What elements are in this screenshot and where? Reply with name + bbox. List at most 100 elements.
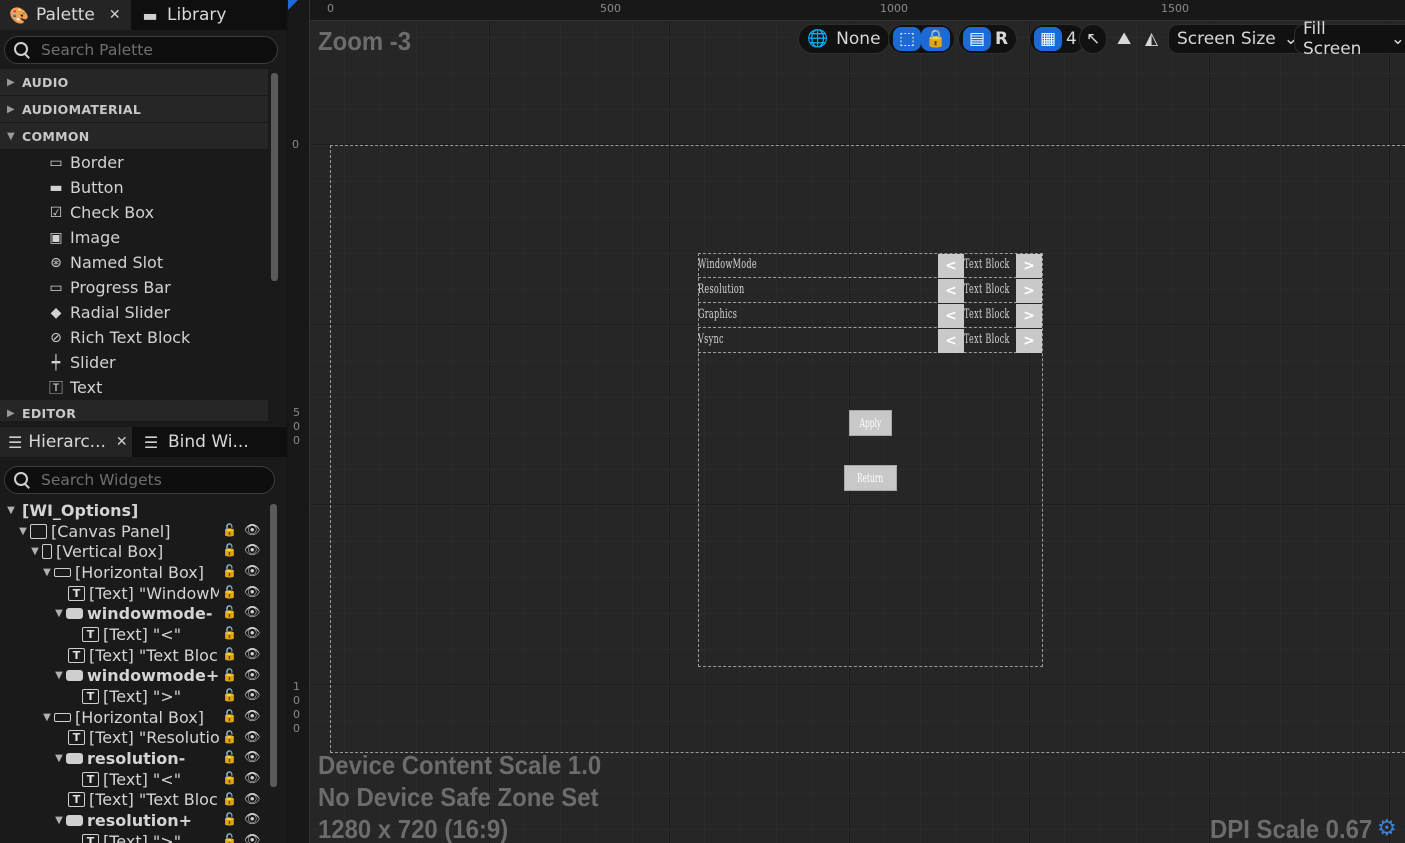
close-icon[interactable]: ✕ — [109, 7, 121, 23]
unlock-icon[interactable]: 🔓 — [222, 543, 237, 558]
gear-icon[interactable]: ⚙ — [1377, 816, 1397, 841]
category-common[interactable]: ▼ COMMON — [0, 123, 268, 150]
unlock-icon[interactable]: 🔓 — [222, 708, 237, 723]
r-toggle[interactable]: R — [991, 27, 1012, 51]
return-button[interactable]: Return — [844, 465, 897, 491]
eye-icon[interactable]: 👁 — [244, 730, 262, 745]
eye-icon[interactable]: 👁 — [244, 750, 262, 765]
eye-icon[interactable]: 👁 — [244, 668, 262, 683]
apply-button[interactable]: Apply — [849, 410, 892, 436]
palette-item-radial-slider[interactable]: ◆ Radial Slider — [0, 300, 268, 325]
eye-icon[interactable]: 👁 — [244, 626, 262, 641]
unlock-icon[interactable]: 🔓 — [222, 833, 237, 843]
prev-button[interactable]: < — [938, 279, 964, 303]
eye-icon[interactable]: 👁 — [244, 812, 262, 827]
category-audiomaterial[interactable]: ▶ AUDIOMATERIAL — [0, 96, 268, 123]
eye-icon[interactable]: 👁 — [244, 564, 262, 579]
unlock-icon[interactable]: 🔓 — [222, 667, 237, 682]
prev-button[interactable]: < — [938, 329, 964, 353]
palette-item-check-box[interactable]: ☑ Check Box — [0, 200, 268, 225]
hierarchy-scrollbar[interactable] — [270, 504, 277, 787]
palette-item-named-slot[interactable]: ⊛ Named Slot — [0, 250, 268, 275]
palette-search-input[interactable]: Search Palette — [4, 36, 278, 64]
prev-button[interactable]: < — [938, 254, 964, 278]
designer-viewport[interactable]: 0 500 1000 1500 0 5 0 0 1 0 0 0 Zoom -3 … — [288, 0, 1405, 843]
eye-icon[interactable]: 👁 — [244, 688, 262, 703]
tab-hierarchy[interactable]: ☰ Hierarc... ✕ — [0, 427, 132, 457]
option-row-resolution[interactable]: Resolution < Text Block > — [698, 279, 1042, 303]
palette-item-slider[interactable]: ┿ Slider — [0, 350, 268, 375]
tree-row[interactable]: ▼ resolution- 🔓 👁 — [0, 748, 268, 769]
eye-icon[interactable]: 👁 — [244, 605, 262, 620]
localization-selector[interactable]: 🌐 None — [798, 24, 890, 54]
flip-toggle[interactable]: ◭ — [1137, 24, 1166, 54]
tree-row[interactable]: T [Text] "Text Bloc 🔓 👁 — [0, 645, 268, 666]
layout-icon[interactable]: ▤ — [963, 27, 991, 51]
eye-icon[interactable]: 👁 — [244, 523, 262, 538]
tree-row[interactable]: T [Text] "Resolutio 🔓 👁 — [0, 728, 268, 749]
next-button[interactable]: > — [1016, 254, 1042, 278]
unlock-icon[interactable]: 🔓 — [222, 750, 237, 765]
tree-row[interactable]: T [Text] "<" 🔓 👁 — [0, 624, 268, 645]
next-button[interactable]: > — [1016, 329, 1042, 353]
palette-item-button[interactable]: ▬ Button — [0, 175, 268, 200]
fill-screen-dropdown[interactable]: Fill Screen ⌄ — [1294, 19, 1405, 59]
tree-row[interactable]: T [Text] "<" 🔓 👁 — [0, 769, 268, 790]
tree-row[interactable]: T [Text] "WindowM 🔓 👁 — [0, 583, 268, 604]
option-row-vsync[interactable]: Vsync < Text Block > — [698, 329, 1042, 353]
option-row-windowmode[interactable]: WindowMode < Text Block > — [698, 254, 1042, 278]
unlock-icon[interactable]: 🔓 — [222, 688, 237, 703]
tree-row[interactable]: ▼ windowmode- 🔓 👁 — [0, 603, 268, 624]
tree-row[interactable]: ▼ [Horizontal Box] 🔓 👁 — [0, 707, 268, 728]
lock-icon[interactable]: 🔒 — [921, 27, 951, 51]
next-button[interactable]: > — [1016, 304, 1042, 328]
tab-library[interactable]: ▬ Library — [131, 0, 234, 30]
unlock-icon[interactable]: 🔓 — [222, 605, 237, 620]
tab-palette[interactable]: 🎨 Palette ✕ — [0, 0, 131, 30]
unlock-icon[interactable]: 🔓 — [222, 729, 237, 744]
unlock-icon[interactable]: 🔓 — [222, 812, 237, 827]
dashed-outline-icon[interactable]: ⬚ — [893, 27, 921, 51]
unlock-icon[interactable]: 🔓 — [222, 564, 237, 579]
palette-item-image[interactable]: ▣ Image — [0, 225, 268, 250]
eye-icon[interactable]: 👁 — [244, 833, 262, 843]
tree-row[interactable]: ▼ [Vertical Box] 🔓 👁 — [0, 541, 268, 562]
tree-row[interactable]: T [Text] ">" 🔓 👁 — [0, 831, 268, 843]
eye-icon[interactable]: 👁 — [244, 647, 262, 662]
tree-row[interactable]: ▼ [WI_Options] — [0, 500, 268, 521]
unlock-icon[interactable]: 🔓 — [222, 626, 237, 641]
tree-row[interactable]: T [Text] ">" 🔓 👁 — [0, 686, 268, 707]
tree-row[interactable]: ▼ resolution+ 🔓 👁 — [0, 810, 268, 831]
select-tool[interactable]: ↖ — [1079, 24, 1108, 54]
next-button[interactable]: > — [1016, 279, 1042, 303]
option-row-graphics[interactable]: Graphics < Text Block > — [698, 304, 1042, 328]
palette-item-text[interactable]: 🅃 Text — [0, 375, 268, 400]
unlock-icon[interactable]: 🔓 — [222, 522, 237, 537]
eye-icon[interactable]: 👁 — [244, 543, 262, 558]
widget-search-input[interactable]: Search Widgets — [4, 466, 275, 494]
grid-size[interactable]: 4 — [1062, 27, 1081, 51]
screen-size-dropdown[interactable]: Screen Size ⌄ — [1168, 24, 1307, 54]
category-editor[interactable]: ▶ EDITOR — [0, 400, 268, 421]
category-audio[interactable]: ▶ AUDIO — [0, 69, 268, 96]
unlock-icon[interactable]: 🔓 — [222, 646, 237, 661]
close-icon[interactable]: ✕ — [116, 434, 128, 450]
unlock-icon[interactable]: 🔓 — [222, 584, 237, 599]
eye-icon[interactable]: 👁 — [244, 585, 262, 600]
tree-row[interactable]: ▼ windowmode+ 🔓 👁 — [0, 666, 268, 687]
palette-item-progress-bar[interactable]: ▭ Progress Bar — [0, 275, 268, 300]
eye-icon[interactable]: 👁 — [244, 771, 262, 786]
palette-scrollbar[interactable] — [271, 73, 278, 281]
background-toggle[interactable]: ⛰ — [1109, 24, 1139, 54]
eye-icon[interactable]: 👁 — [244, 792, 262, 807]
tab-bind-widgets[interactable]: ☰ Bind Wi... — [132, 427, 257, 457]
eye-icon[interactable]: 👁 — [244, 709, 262, 724]
tree-row[interactable]: ▼ [Canvas Panel] 🔓 👁 — [0, 521, 268, 542]
tree-row[interactable]: T [Text] "Text Bloc 🔓 👁 — [0, 790, 268, 811]
tree-row[interactable]: ▼ [Horizontal Box] 🔓 👁 — [0, 562, 268, 583]
unlock-icon[interactable]: 🔓 — [222, 770, 237, 785]
palette-item-rich-text-block[interactable]: ⊘ Rich Text Block — [0, 325, 268, 350]
palette-item-border[interactable]: ▭ Border — [0, 150, 268, 175]
grid-icon[interactable]: ▦ — [1034, 27, 1062, 51]
prev-button[interactable]: < — [938, 304, 964, 328]
